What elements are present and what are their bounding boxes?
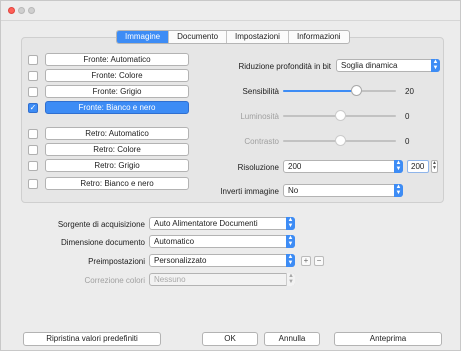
preset-value: Personalizzato — [154, 256, 207, 265]
front-gray-checkbox[interactable] — [28, 87, 38, 97]
back-automatic-button[interactable]: Retro: Automatico — [45, 127, 189, 140]
sensitivity-value: 20 — [405, 87, 414, 96]
size-popup[interactable]: Automatico ▲ ▼ — [149, 235, 295, 248]
front-automatic-button[interactable]: Fronte: Automatico — [45, 53, 189, 66]
front-color-button[interactable]: Fronte: Colore — [45, 69, 189, 82]
back-gray-checkbox[interactable] — [28, 161, 38, 171]
back-color-button[interactable]: Retro: Colore — [45, 143, 189, 156]
size-value: Automatico — [154, 237, 195, 246]
bit-depth-value: Soglia dinamica — [341, 61, 398, 70]
contrast-slider[interactable] — [283, 135, 396, 146]
contrast-label: Contrasto — [244, 137, 279, 146]
scanner-settings-window: Immagine Documento Impostazioni Informaz… — [0, 0, 461, 351]
tab-documento[interactable]: Documento — [169, 31, 228, 43]
source-popup[interactable]: Auto Alimentatore Documenti ▲ ▼ — [149, 217, 295, 230]
size-label: Dimensione documento — [60, 238, 145, 247]
resolution-popup[interactable]: 200 ▲ ▼ — [283, 160, 403, 173]
chevron-updown-icon: ▲ ▼ — [394, 184, 403, 197]
chevron-updown-icon: ▲ ▼ — [286, 254, 295, 267]
close-window-button[interactable] — [8, 7, 15, 14]
sensitivity-fill — [283, 90, 357, 92]
sensitivity-slider[interactable] — [283, 85, 396, 96]
brightness-label: Luminosità — [240, 112, 279, 121]
color-correction-popup[interactable]: Nessuno ▲ ▼ — [149, 273, 295, 286]
chevron-updown-icon: ▲ ▼ — [286, 273, 295, 286]
chevron-updown-icon: ▲ ▼ — [431, 59, 440, 72]
back-bw-button[interactable]: Retro: Bianco e nero — [45, 177, 189, 190]
add-preset-button[interactable]: + — [301, 256, 311, 266]
contrast-value: 0 — [405, 137, 410, 146]
chevron-updown-icon: ▲ ▼ — [394, 160, 403, 173]
tab-impostazioni[interactable]: Impostazioni — [227, 31, 289, 43]
invert-value: No — [288, 186, 299, 195]
resolution-custom-field[interactable]: 200 — [407, 160, 429, 173]
resolution-value: 200 — [288, 162, 302, 171]
back-bw-checkbox[interactable] — [28, 179, 38, 189]
brightness-thumb[interactable] — [334, 110, 346, 121]
restore-defaults-button[interactable]: Ripristina valori predefiniti — [23, 332, 161, 346]
front-color-checkbox[interactable] — [28, 71, 38, 81]
front-bw-button[interactable]: Fronte: Bianco e nero — [45, 101, 189, 114]
tab-immagine[interactable]: Immagine — [117, 31, 170, 43]
minimize-window-button[interactable] — [18, 7, 25, 14]
bit-depth-popup[interactable]: Soglia dinamica ▲ ▼ — [336, 59, 440, 72]
tab-informazioni[interactable]: Informazioni — [289, 31, 349, 43]
resolution-stepper[interactable]: ▲ ▼ — [431, 160, 438, 173]
back-automatic-checkbox[interactable] — [28, 129, 38, 139]
source-value: Auto Alimentatore Documenti — [154, 219, 258, 228]
ok-button[interactable]: OK — [202, 332, 258, 346]
sensitivity-label: Sensibilità — [242, 87, 279, 96]
preview-button[interactable]: Anteprima — [334, 332, 442, 346]
zoom-window-button[interactable] — [28, 7, 35, 14]
bit-depth-label: Riduzione profondità in bit — [238, 62, 331, 71]
brightness-value: 0 — [405, 112, 410, 121]
chevron-updown-icon: ▲ ▼ — [286, 217, 295, 230]
brightness-slider[interactable] — [283, 110, 396, 121]
contrast-thumb[interactable] — [334, 135, 346, 146]
back-gray-button[interactable]: Retro: Grigio — [45, 159, 189, 172]
invert-popup[interactable]: No ▲ ▼ — [283, 184, 403, 197]
preset-popup[interactable]: Personalizzato ▲ ▼ — [149, 254, 295, 267]
invert-label: Inverti immagine — [220, 187, 279, 196]
color-correction-value: Nessuno — [154, 275, 186, 284]
back-color-checkbox[interactable] — [28, 145, 38, 155]
front-gray-button[interactable]: Fronte: Grigio — [45, 85, 189, 98]
title-bar — [1, 1, 460, 21]
remove-preset-button[interactable]: − — [314, 256, 324, 266]
chevron-updown-icon: ▲ ▼ — [286, 235, 295, 248]
front-automatic-checkbox[interactable] — [28, 55, 38, 65]
resolution-label: Risoluzione — [237, 163, 279, 172]
cancel-button[interactable]: Annulla — [264, 332, 320, 346]
color-correction-label: Correzione colori — [84, 276, 145, 285]
front-bw-checkbox[interactable]: ✓ — [28, 103, 38, 113]
source-label: Sorgente di acquisizione — [57, 220, 145, 229]
preset-label: Preimpostazioni — [88, 257, 145, 266]
tab-bar: Immagine Documento Impostazioni Informaz… — [116, 30, 350, 44]
